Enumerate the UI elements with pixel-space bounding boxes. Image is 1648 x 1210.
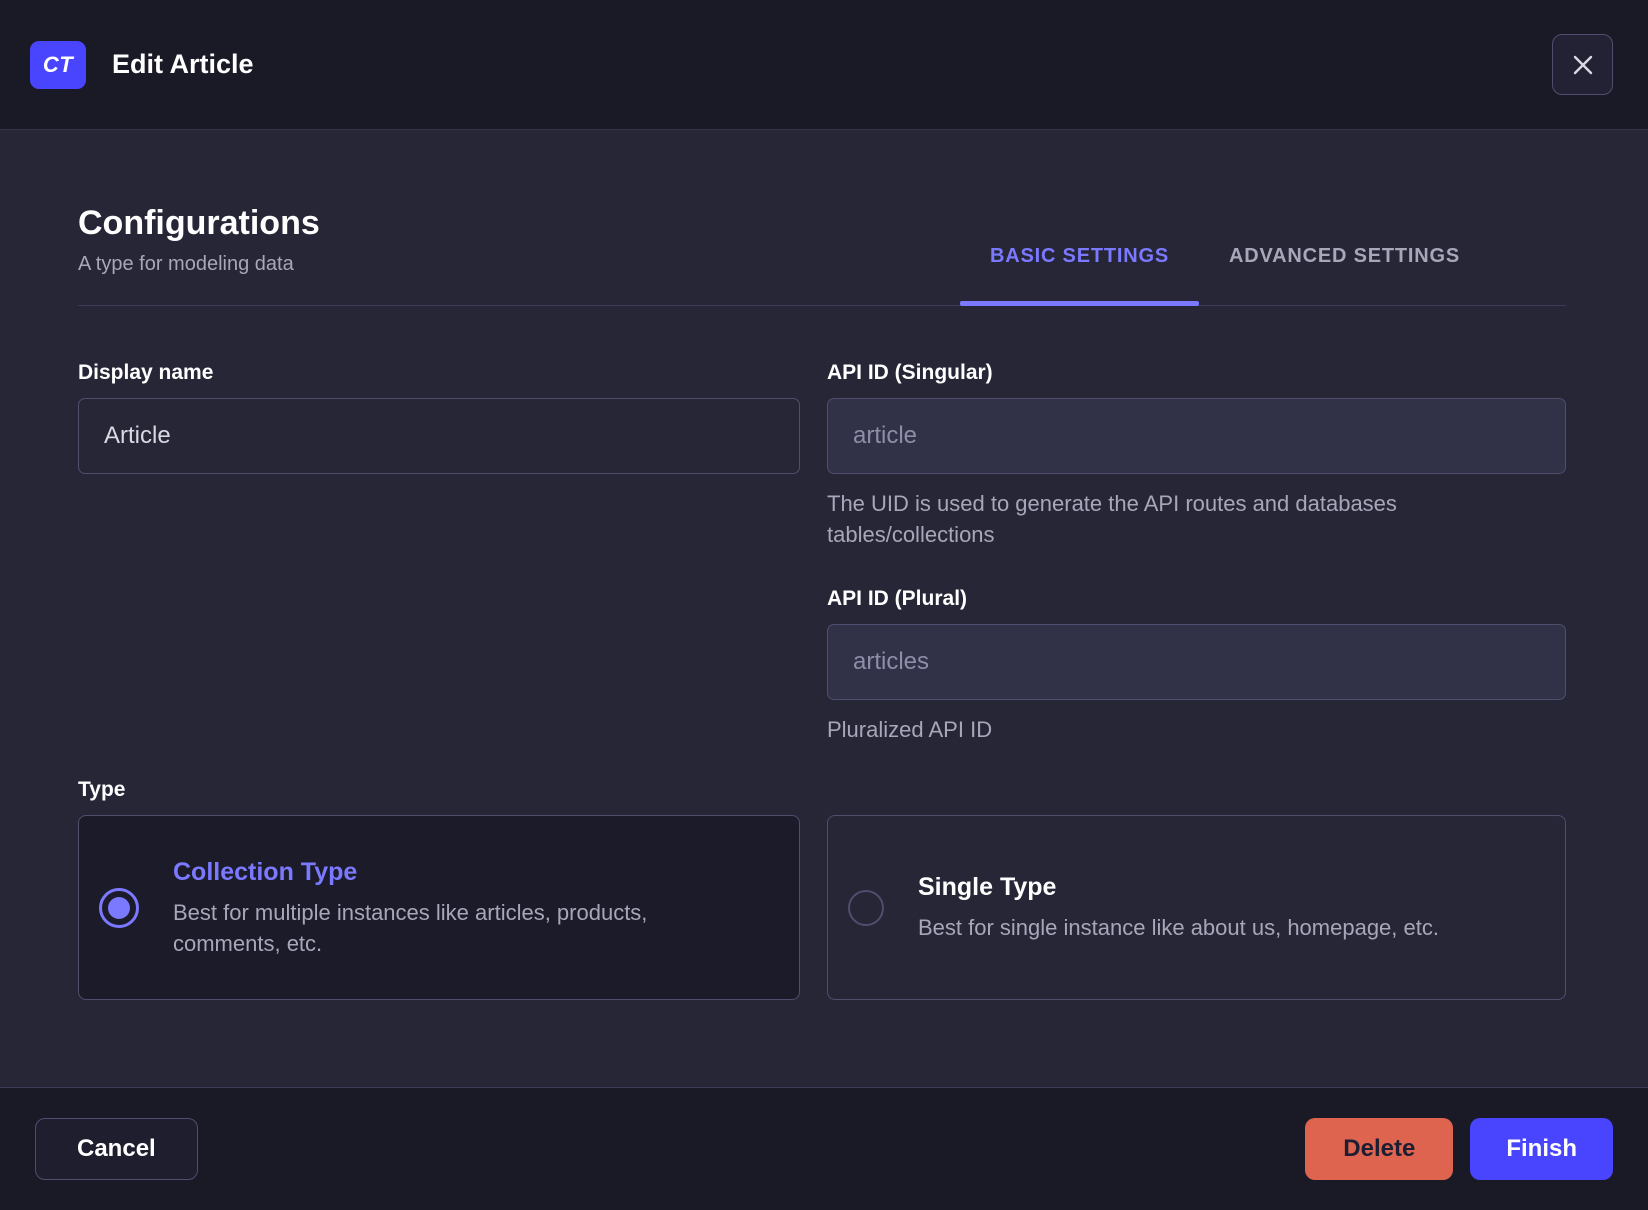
api-id-singular-label: API ID (Singular) xyxy=(827,361,993,384)
single-type-radio[interactable] xyxy=(848,889,884,926)
api-id-plural-hint: Pluralized API ID xyxy=(827,717,993,742)
display-name-label: Display name xyxy=(78,361,214,384)
collection-type-radio[interactable] xyxy=(99,887,139,928)
tab-advanced-settings[interactable]: ADVANCED SETTINGS xyxy=(1199,245,1490,305)
cancel-button[interactable]: Cancel xyxy=(35,1118,198,1180)
configurations-form: Display name API ID (Singular) The UID i… xyxy=(78,360,1566,745)
close-button[interactable] xyxy=(1552,34,1613,95)
api-id-plural-field: API ID (Plural) Pluralized API ID xyxy=(827,586,1566,745)
content-type-badge: CT xyxy=(30,40,86,89)
type-options: Collection Type Best for multiple instan… xyxy=(78,815,1566,1000)
collection-type-text: Collection Type Best for multiple instan… xyxy=(173,857,749,959)
modal-header: CT Edit Article xyxy=(0,0,1648,130)
modal-title: Edit Article xyxy=(112,49,254,79)
display-name-field: Display name xyxy=(78,360,800,474)
footer-actions: Delete Finish xyxy=(1305,1118,1613,1180)
type-section: Type Collection Type Best for multiple i… xyxy=(78,777,1566,1000)
collection-type-card[interactable]: Collection Type Best for multiple instan… xyxy=(78,815,800,1000)
collection-type-description: Best for multiple instances like article… xyxy=(173,899,648,956)
single-type-text: Single Type Best for single instance lik… xyxy=(918,872,1439,943)
delete-button[interactable]: Delete xyxy=(1305,1118,1454,1180)
display-name-input[interactable] xyxy=(78,398,800,474)
configurations-header: Configurations A type for modeling data … xyxy=(78,202,1566,306)
tab-basic-settings[interactable]: BASIC SETTINGS xyxy=(959,245,1199,306)
modal-body: Configurations A type for modeling data … xyxy=(0,130,1648,1087)
modal-footer: Cancel Delete Finish xyxy=(0,1087,1648,1210)
page-title: Configurations xyxy=(78,204,320,242)
configurations-intro: Configurations A type for modeling data xyxy=(78,202,320,305)
close-icon xyxy=(1570,52,1596,78)
type-label: Type xyxy=(78,778,126,801)
edit-content-type-modal: CT Edit Article Configurations A type fo… xyxy=(0,0,1648,1210)
finish-button[interactable]: Finish xyxy=(1470,1118,1613,1180)
single-type-description: Best for single instance like about us, … xyxy=(918,915,1439,940)
api-id-plural-input[interactable] xyxy=(827,624,1566,700)
single-type-title: Single Type xyxy=(918,873,1057,901)
api-id-singular-field: API ID (Singular) The UID is used to gen… xyxy=(827,360,1566,550)
api-id-singular-hint: The UID is used to generate the API rout… xyxy=(827,491,1397,547)
collection-type-title: Collection Type xyxy=(173,857,358,886)
api-id-plural-label: API ID (Plural) xyxy=(827,587,968,610)
api-id-column: API ID (Singular) The UID is used to gen… xyxy=(827,360,1566,745)
page-subtitle: A type for modeling data xyxy=(78,253,294,275)
single-type-card[interactable]: Single Type Best for single instance lik… xyxy=(827,815,1566,1000)
settings-tabs: BASIC SETTINGS ADVANCED SETTINGS xyxy=(959,202,1490,306)
api-id-singular-input[interactable] xyxy=(827,398,1566,474)
